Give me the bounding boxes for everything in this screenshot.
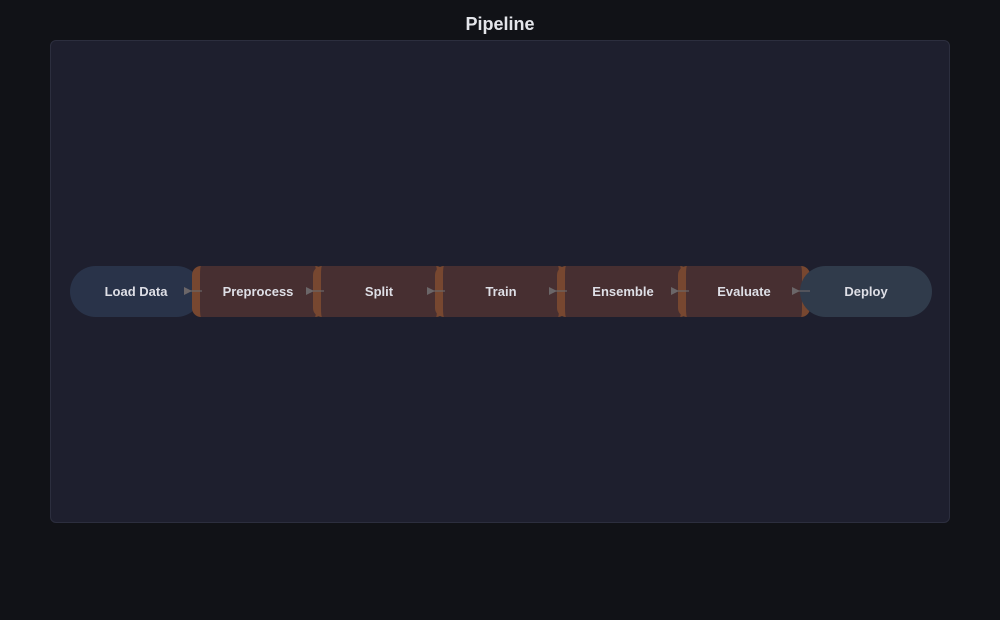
node-label: Preprocess bbox=[222, 284, 294, 299]
edge-arrow-icon bbox=[792, 286, 810, 296]
node-evaluate[interactable]: Evaluate bbox=[678, 266, 810, 317]
edge-arrow-icon bbox=[671, 286, 689, 296]
node-label: Evaluate bbox=[717, 284, 771, 299]
diagram-canvas: Load Data Preprocess Split Train Ensembl… bbox=[50, 40, 950, 523]
node-label: Ensemble bbox=[592, 284, 654, 299]
edge-arrow-icon bbox=[184, 286, 202, 296]
node-preprocess[interactable]: Preprocess bbox=[192, 266, 324, 317]
edge-arrow-icon bbox=[306, 286, 324, 296]
edge-arrow-icon bbox=[427, 286, 445, 296]
diagram-title: Pipeline bbox=[465, 14, 535, 34]
node-train[interactable]: Train bbox=[435, 266, 567, 317]
node-label: Split bbox=[364, 284, 394, 299]
node-ensemble[interactable]: Ensemble bbox=[557, 266, 689, 317]
node-label: Deploy bbox=[844, 284, 888, 299]
node-split[interactable]: Split bbox=[313, 266, 445, 317]
edge-arrow-icon bbox=[549, 286, 567, 296]
node-label: Load Data bbox=[104, 284, 168, 299]
node-load-data[interactable]: Load Data bbox=[70, 266, 202, 317]
node-deploy[interactable]: Deploy bbox=[800, 266, 932, 317]
node-label: Train bbox=[485, 284, 517, 299]
